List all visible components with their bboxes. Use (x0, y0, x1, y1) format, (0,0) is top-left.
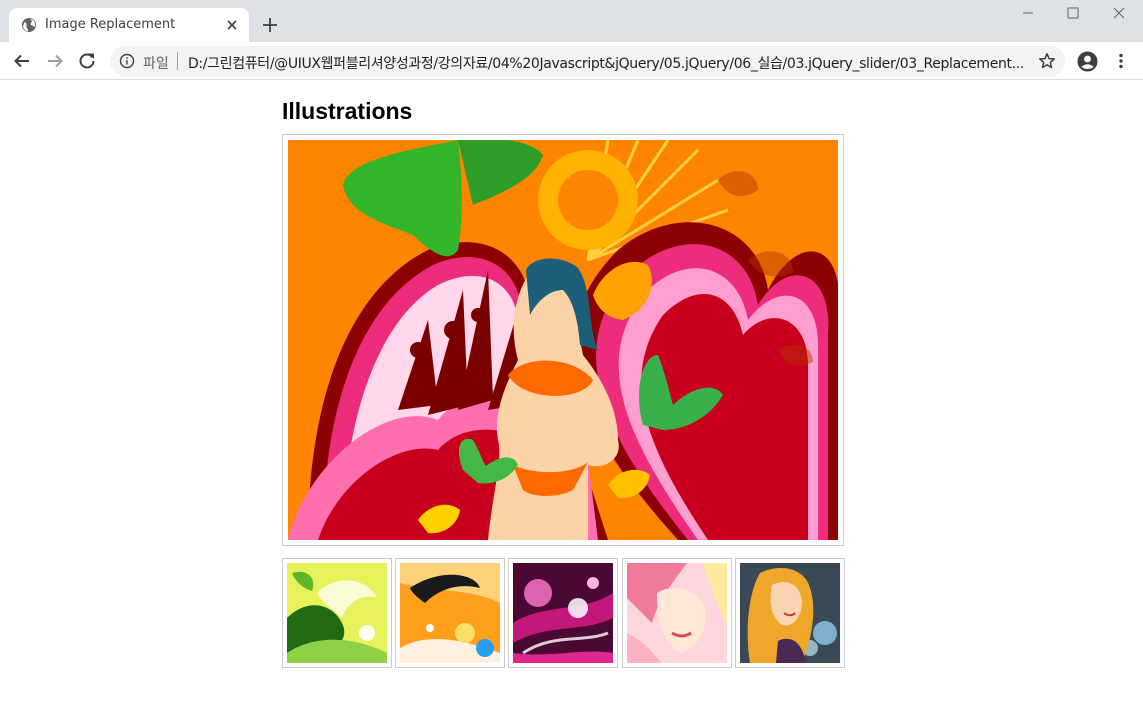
tab-title: Image Replacement (45, 17, 176, 32)
thumbnail-blonde-girl-image (740, 563, 840, 663)
close-icon[interactable] (224, 17, 240, 33)
thumbnail-5[interactable] (735, 558, 845, 668)
star-icon[interactable] (1038, 52, 1056, 70)
thumbnail-strip (282, 558, 846, 668)
address-bar[interactable]: 파일 D:/그린컴퓨터/@UIUX웹퍼블리셔양성과정/강의자료/04%20Jav… (110, 46, 1065, 76)
thumbnail-1[interactable] (282, 558, 392, 668)
kebab-menu-icon[interactable] (1112, 52, 1130, 70)
url-scheme-label: 파일 (143, 56, 169, 72)
window-close-icon[interactable] (1112, 6, 1126, 20)
url-text[interactable]: D:/그린컴퓨터/@UIUX웹퍼블리셔양성과정/강의자료/04%20Javasc… (188, 53, 1026, 73)
maximize-icon[interactable] (1066, 6, 1080, 20)
plus-icon[interactable] (260, 15, 280, 35)
info-icon[interactable] (119, 53, 135, 69)
forward-arrow-icon[interactable] (45, 51, 65, 71)
minimize-icon[interactable] (1021, 6, 1035, 20)
main-illustration-image (288, 140, 838, 540)
thumbnail-3[interactable] (508, 558, 618, 668)
globe-icon (22, 18, 36, 32)
reload-icon[interactable] (77, 51, 97, 71)
tab-strip: Image Replacement (0, 0, 1143, 42)
browser-toolbar: 파일 D:/그린컴퓨터/@UIUX웹퍼블리셔양성과정/강의자료/04%20Jav… (0, 42, 1143, 80)
thumbnail-4[interactable] (622, 558, 732, 668)
page-title: Illustrations (282, 98, 413, 124)
main-image-frame (282, 134, 844, 546)
profile-icon[interactable] (1077, 51, 1098, 72)
thumbnail-green-swirl-image (287, 563, 387, 663)
thumbnail-orange-splash-image (400, 563, 500, 663)
thumbnail-pink-girl-image (627, 563, 727, 663)
back-arrow-icon[interactable] (12, 51, 32, 71)
url-separator (177, 52, 178, 70)
thumbnail-2[interactable] (395, 558, 505, 668)
thumbnail-magenta-swirl-image (513, 563, 613, 663)
browser-tab[interactable]: Image Replacement (9, 8, 249, 42)
